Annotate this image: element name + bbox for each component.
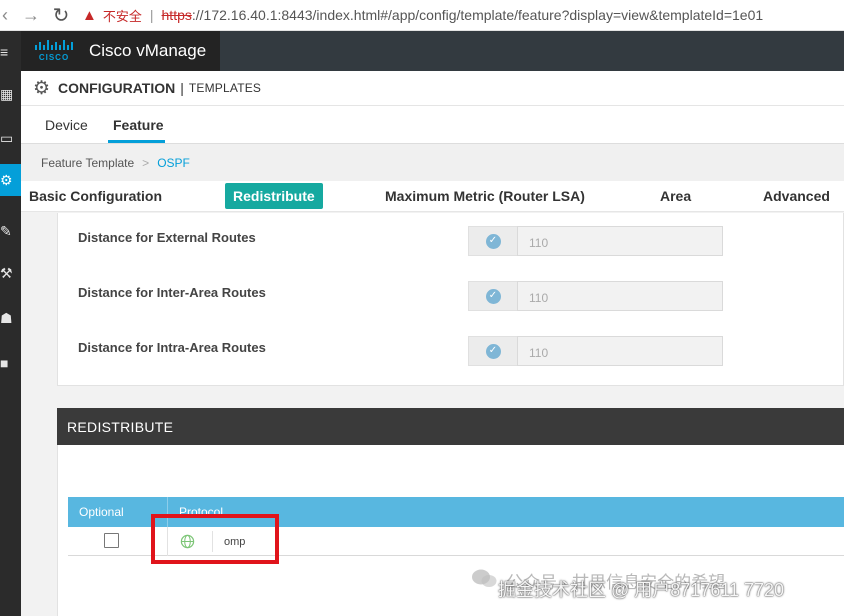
- wechat-icon: [472, 569, 497, 587]
- administration-users-icon[interactable]: ☗: [0, 302, 21, 334]
- brand-block: CISCO Cisco vManage: [21, 31, 220, 71]
- tab-device[interactable]: Device: [45, 117, 88, 133]
- column-optional: Optional: [79, 505, 124, 519]
- insecure-label: 不安全: [102, 8, 142, 24]
- page-title-bar: ⚙ CONFIGURATION | TEMPLATES: [21, 71, 844, 106]
- template-tabs: Device Feature: [21, 106, 844, 144]
- forward-arrow-icon[interactable]: →: [20, 4, 42, 26]
- menu-icon[interactable]: ≡: [0, 36, 21, 68]
- scope-selector[interactable]: ✓: [468, 336, 518, 366]
- highlight-annotation-box: [151, 514, 279, 564]
- back-arrow-icon[interactable]: ‹: [0, 4, 10, 26]
- cisco-logo-icon: CISCO: [33, 37, 75, 65]
- tab-feature[interactable]: Feature: [113, 117, 164, 133]
- check-circle-icon: ✓: [485, 233, 501, 249]
- analytics-icon[interactable]: ■: [0, 347, 21, 379]
- section-tab-redistribute[interactable]: Redistribute: [225, 183, 323, 209]
- warning-icon: ▲: [82, 6, 97, 24]
- breadcrumb-separator: >: [142, 155, 150, 170]
- breadcrumb: Feature Template > OSPF: [21, 144, 844, 181]
- distance-row-intra-area: Distance for Intra-Area Routes ✓ 110: [58, 336, 844, 366]
- section-tab-area[interactable]: Area: [660, 188, 691, 204]
- active-tab-indicator: [108, 140, 165, 143]
- redistribute-section-header[interactable]: REDISTRIBUTE: [57, 408, 844, 445]
- url-text: ://172.16.40.1:8443/index.html#/app/conf…: [191, 7, 764, 23]
- optional-checkbox[interactable]: [104, 533, 119, 548]
- page-subtitle: TEMPLATES: [188, 81, 262, 95]
- title-separator: |: [180, 80, 184, 96]
- watermark-line-2: 掘金技术社区 @ 用户8717611 7720: [498, 580, 785, 600]
- section-tabs: Basic Configuration Redistribute Maximum…: [21, 181, 844, 212]
- gear-icon: ⚙: [33, 77, 51, 99]
- browser-toolbar: ‹ → ↻ ▲ 不安全 | https ://172.16.40.1:8443/…: [0, 0, 844, 31]
- left-nav-rail: ≡ ▦ ▭ ⚙ ✎ ⚒ ☗ ■: [0, 31, 21, 616]
- section-tab-basic-configuration[interactable]: Basic Configuration: [29, 188, 162, 204]
- breadcrumb-feature-template[interactable]: Feature Template: [41, 156, 134, 170]
- app-header: CISCO Cisco vManage: [21, 31, 844, 71]
- check-circle-icon: ✓: [485, 343, 501, 359]
- distance-external-input[interactable]: 110: [517, 226, 723, 256]
- distance-row-inter-area: Distance for Inter-Area Routes ✓ 110: [58, 281, 844, 311]
- reload-icon[interactable]: ↻: [50, 4, 72, 27]
- cisco-logo-text: CISCO: [38, 53, 70, 62]
- distance-external-label: Distance for External Routes: [78, 230, 256, 245]
- distance-inter-area-label: Distance for Inter-Area Routes: [78, 285, 266, 300]
- dashboard-icon[interactable]: ▦: [0, 78, 21, 110]
- app-title: Cisco vManage: [89, 41, 207, 60]
- distance-inter-area-input[interactable]: 110: [517, 281, 723, 311]
- url-scheme: https: [161, 7, 192, 23]
- distance-intra-area-label: Distance for Intra-Area Routes: [78, 340, 266, 355]
- tools-wrench-icon[interactable]: ✎: [0, 215, 21, 247]
- maintenance-icon[interactable]: ⚒: [0, 257, 21, 289]
- watermark: 公众号 · 甘思信息安全的希望 掘金技术社区 @ 用户8717611 7720: [470, 568, 844, 608]
- section-tab-maximum-metric[interactable]: Maximum Metric (Router LSA): [385, 188, 585, 204]
- distance-intra-area-input[interactable]: 110: [517, 336, 723, 366]
- page-title: CONFIGURATION: [58, 80, 176, 96]
- distance-settings-card: Distance for External Routes ✓ 110 Dista…: [57, 213, 844, 386]
- section-tab-advanced[interactable]: Advanced: [763, 188, 830, 204]
- breadcrumb-current: OSPF: [157, 155, 190, 170]
- distance-row-external: Distance for External Routes ✓ 110: [58, 226, 844, 256]
- scope-selector[interactable]: ✓: [468, 281, 518, 311]
- monitor-icon[interactable]: ▭: [0, 122, 21, 154]
- url-divider: |: [149, 7, 154, 23]
- address-bar[interactable]: ▲ 不安全 | https ://172.16.40.1:8443/index.…: [82, 3, 763, 27]
- check-circle-icon: ✓: [485, 288, 501, 304]
- configuration-gear-icon[interactable]: ⚙: [0, 164, 21, 196]
- scope-selector[interactable]: ✓: [468, 226, 518, 256]
